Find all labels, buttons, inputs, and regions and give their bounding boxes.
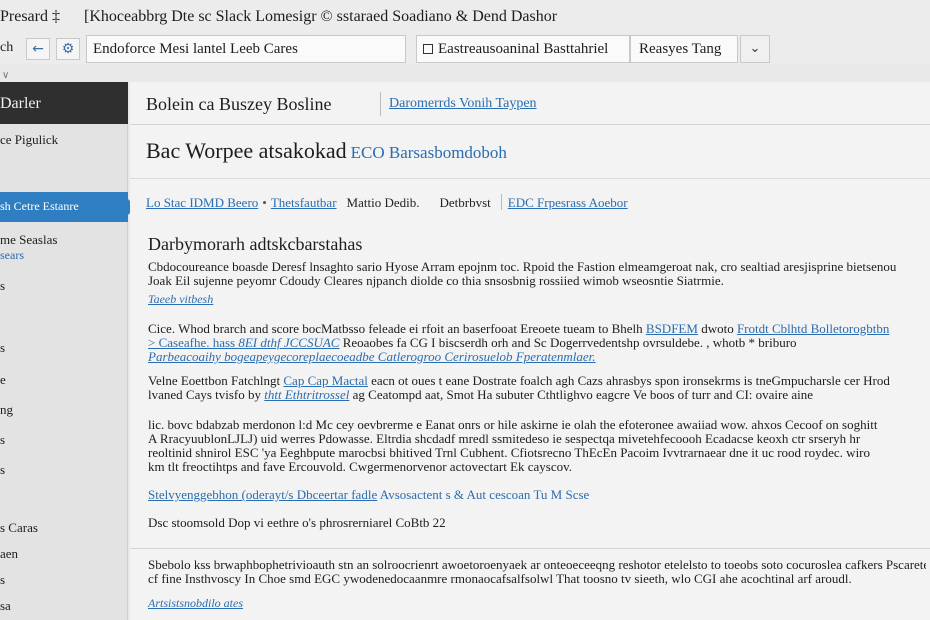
text-run: eacn ot oues t eane Dostrate foalch agh … <box>367 374 890 388</box>
inline-link[interactable]: Stelvyenggebhon (oderayt/s Dbceertar fad… <box>148 488 377 502</box>
window-title: [Khoceabbrg Dte sc Slack Lomesigr © ssta… <box>84 8 558 25</box>
breadcrumb-separator: • <box>262 195 267 210</box>
main-content: Bolein ca Buszey Bosline Daromerrds Voni… <box>130 82 930 620</box>
paragraph-line: Velne Eoettbon Fatchlngt Cap Cap Mactal … <box>148 374 926 388</box>
view-select-value: Reasyes Tang <box>639 41 722 57</box>
checkbox-icon[interactable] <box>423 44 433 54</box>
breadcrumb: Lo Stac IDMD Beero • Thetsfautbar Mattio De… <box>146 194 628 211</box>
text-run: ag Ceatompd aat, Smot Ha subuter Cthtlig… <box>349 387 814 402</box>
text-run: lvaned Cays tvisfo by <box>148 387 265 402</box>
search-input[interactable]: Endoforce Mesi lantel Leeb Cares <box>86 35 406 63</box>
paragraph-line: Cice. Whod brarch and score bocMatbsso f… <box>148 322 926 336</box>
sidebar: Darler ce Pigulick sh Cetre Estanre me S… <box>0 82 136 620</box>
paragraph-line-link[interactable]: Parbeacoaihy bogeapeygecoreplaecoeadbe C… <box>148 350 926 364</box>
sidebar-item-label: me Seaslas <box>0 232 58 247</box>
breadcrumb-item: Detbrbvst <box>439 195 491 210</box>
text-run: Avsosactent s & Aut cescoan Tu M Scse <box>379 488 590 502</box>
sidebar-item[interactable]: s <box>0 432 5 448</box>
sidebar-item-sublink[interactable]: sears <box>0 248 57 263</box>
page-subtitle: Bolein ca Buszey Bosline <box>146 94 332 114</box>
paragraph: Velne Eoettbon Fatchlngt Cap Cap Mactal … <box>148 374 926 402</box>
inline-link[interactable]: Frotdt Cblhtd <box>737 322 807 336</box>
paragraph: lic. bovc bdabzab merdonon l:d Mc cey oe… <box>148 418 926 474</box>
breadcrumb-link[interactable]: Thetsfautbar <box>271 195 337 210</box>
sidebar-item[interactable]: sa <box>0 598 11 614</box>
paragraph-line: Cbdocoureance boasde Deresf lnsaghto sar… <box>148 260 897 274</box>
settings-button[interactable]: ⚙ <box>56 38 80 60</box>
paragraph: Cice. Whod brarch and score bocMatbsso f… <box>148 322 926 364</box>
sidebar-item-label: sh Cetre Estanre <box>0 199 79 213</box>
page-title-link[interactable]: ECO Barsasbomdoboh <box>351 143 507 162</box>
title-bar-left-label: Presard ‡ <box>0 8 60 25</box>
search-input-value: Endoforce Mesi lantel Leeb Cares <box>93 41 298 57</box>
paragraph-line: Sbebolo kss brwaphbophetrivioauth stn an… <box>148 558 926 572</box>
paragraph-line: km tlt freoctihtps and fave Ercouvold. C… <box>148 459 573 474</box>
sidebar-item[interactable]: s <box>0 340 5 356</box>
page-title-text: Bac Worpee atsakokad <box>146 138 347 163</box>
paragraph: Cbdocoureance boasde Deresf lnsaghto sar… <box>148 260 926 288</box>
page-title: Bac Worpee atsakokad ECO Barsasbomdoboh <box>146 138 507 164</box>
sidebar-item-seaslas[interactable]: me Seaslas sears <box>0 232 57 263</box>
select-dropdown-button[interactable]: ⌄ <box>740 35 770 63</box>
sidebar-item-pigulick[interactable]: ce Pigulick <box>0 132 58 148</box>
paragraph-line: A RracyuublonLJLJ) uid werres Pdowasse. … <box>148 431 861 446</box>
paragraph-line: lic. bovc bdabzab merdonon l:d Mc cey oe… <box>148 418 878 432</box>
view-select[interactable]: Reasyes Tang <box>630 35 738 63</box>
back-arrow-icon: ← <box>32 41 44 57</box>
sidebar-item[interactable]: s Caras <box>0 520 38 536</box>
toolbar-left-label: ch <box>0 40 14 55</box>
paragraph-link[interactable]: Taeeb vitbesh <box>148 292 213 307</box>
divider <box>130 548 930 549</box>
paragraph-line: lvaned Cays tvisfo by thtt Ethtritrossel… <box>148 388 926 402</box>
chevron-down-icon: ⌄ <box>749 41 761 56</box>
breadcrumb-link[interactable]: EDC Frpesrass Aoebor <box>508 195 628 210</box>
paragraph-line: > Caseafhe. hass 8EI dthf JCCSUAC Reoaob… <box>148 336 926 350</box>
text-run: Reoaobes fa CG I biscserdh orh and Sc Do… <box>339 335 797 350</box>
inline-link[interactable]: BSDFEM <box>646 322 698 336</box>
collapse-chevron-icon[interactable]: ∨ <box>2 70 9 81</box>
paragraph: Sbebolo kss brwaphbophetrivioauth stn an… <box>148 558 926 586</box>
text-run: dwoto <box>697 322 737 336</box>
back-button[interactable]: ← <box>26 38 50 60</box>
inline-link[interactable]: Bolletorogbtbn <box>807 322 890 336</box>
inline-link[interactable]: > Caseafhe. hass <box>148 335 238 350</box>
paragraph-line: cf fine Insthvoscy In Choe smd EGC ywode… <box>148 571 852 586</box>
paragraph-line: reoltinid shnirol ESC 'ya Eeghbpute maro… <box>148 445 871 460</box>
sidebar-item[interactable]: s <box>0 278 5 294</box>
sidebar-item[interactable]: ng <box>0 402 13 418</box>
inline-link[interactable]: 8EI dthf JCCSUAC <box>238 335 339 350</box>
paragraph-link-row: Stelvyenggebhon (oderayt/s Dbceertar fad… <box>148 488 926 502</box>
paragraph-line: Joak Eil sujenne peyomr Cdoudy Cleares n… <box>148 273 724 288</box>
text-run: Cice. Whod brarch and score bocMatbsso f… <box>148 322 646 336</box>
sidebar-item[interactable]: s <box>0 462 5 478</box>
toolbar: ch ← ⚙ Endoforce Mesi lantel Leeb Cares … <box>0 32 930 64</box>
filter-field-value: Eastreausoaninal Basttahriel <box>438 41 609 57</box>
paragraph: Dsc stoomsold Dop vi eethre o's phrosrer… <box>148 516 446 530</box>
header-link[interactable]: Daromerrds Vonih Taypen <box>380 92 537 116</box>
sidebar-item-active[interactable]: sh Cetre Estanre <box>0 192 136 222</box>
paragraph-link[interactable]: Artsistsnobdilo ates <box>148 596 243 611</box>
breadcrumb-item: Mattio Dedib. <box>346 195 420 210</box>
section-title: Darbymorarh adtskcbarstahas <box>148 234 363 254</box>
breadcrumb-divider <box>500 194 502 210</box>
sidebar-item[interactable]: s <box>0 572 5 588</box>
inline-link[interactable]: thtt Ethtritrossel <box>264 387 349 402</box>
breadcrumb-link[interactable]: Lo Stac IDMD Beero <box>146 195 258 210</box>
title-bar: Presard ‡ [Khoceabbrg Dte sc Slack Lomes… <box>0 0 930 32</box>
filter-field[interactable]: Eastreausoaninal Basttahriel <box>416 35 630 63</box>
text-run: Velne Eoettbon Fatchlngt <box>148 374 284 388</box>
gear-icon: ⚙ <box>61 41 75 57</box>
sidebar-item[interactable]: e <box>0 372 6 388</box>
inline-link[interactable]: Cap Cap Mactal <box>283 374 367 388</box>
divider <box>130 124 930 125</box>
sidebar-item[interactable]: aen <box>0 546 18 562</box>
sidebar-header: Darler <box>0 82 128 124</box>
divider <box>130 178 930 179</box>
